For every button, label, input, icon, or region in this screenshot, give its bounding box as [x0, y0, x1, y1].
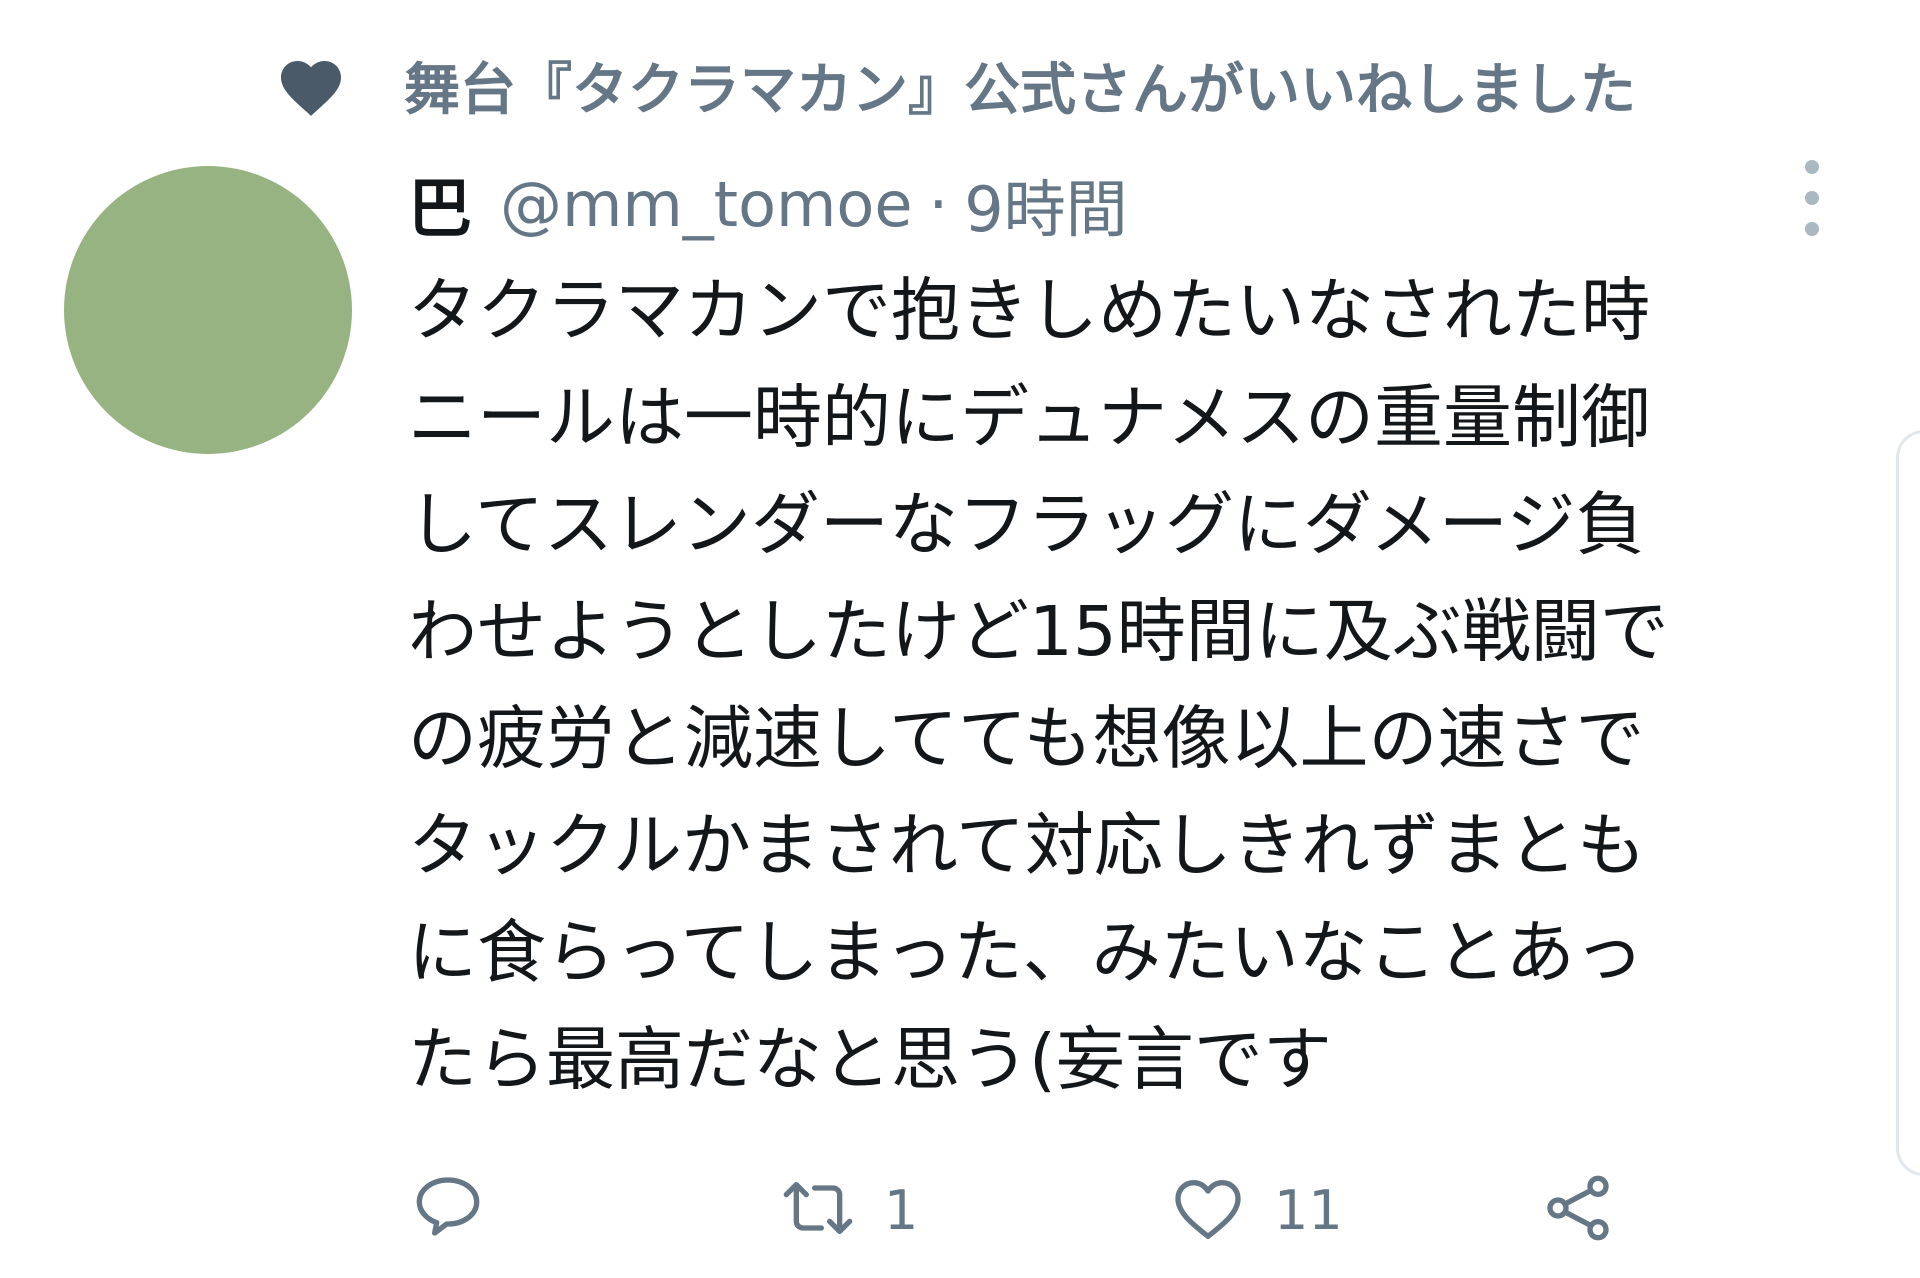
author-display-name[interactable]: 巴: [408, 158, 472, 250]
reply-icon: [408, 1168, 488, 1252]
tweet-text-line: の疲労と減速してても想像以上の速さで: [408, 699, 1645, 779]
tweet-timestamp[interactable]: 9時間: [964, 159, 1127, 249]
tweet-card[interactable]: 舞台『タクラマカン』公式さんがいいねしました 巴 @mm_tomoe · 9時間…: [0, 0, 1920, 1278]
share-icon: [1538, 1168, 1618, 1252]
tweet-text-line: ニールは一時的にデュナメスの重量制御: [408, 378, 1650, 458]
header-separator: ·: [928, 167, 949, 241]
share-button[interactable]: [1538, 1160, 1618, 1260]
reply-button[interactable]: [408, 1160, 514, 1260]
tweet-text-line: たら最高だなと思う(妄言です: [408, 1020, 1332, 1100]
like-count: 11: [1274, 1178, 1343, 1242]
retweet-button[interactable]: 1: [778, 1160, 918, 1260]
tweet-header: 巴 @mm_tomoe · 9時間: [408, 160, 1128, 248]
more-options-icon[interactable]: [1790, 160, 1834, 236]
tweet-actions: 1 11: [408, 1160, 1668, 1260]
retweet-icon: [778, 1168, 858, 1252]
like-button[interactable]: 11: [1168, 1160, 1343, 1260]
scroll-edge: [1896, 430, 1920, 1176]
social-context-text[interactable]: 舞台『タクラマカン』公式さんがいいねしました: [404, 45, 1636, 126]
social-context: 舞台『タクラマカン』公式さんがいいねしました: [270, 40, 1636, 130]
retweet-count: 1: [884, 1178, 919, 1242]
tweet-text-line: わせようとしたけど15時間に及ぶ戦闘で: [408, 592, 1669, 672]
tweet-text-line: してスレンダーなフラッグにダメージ負: [408, 485, 1645, 565]
heart-icon: [270, 48, 352, 122]
tweet-text-line: タックルかまされて対応しきれずまとも: [408, 806, 1646, 886]
tweet-text-line: タクラマカンで抱きしめたいなされた時: [408, 271, 1650, 351]
tweet-text: タクラマカンで抱きしめたいなされた時 ニールは一時的にデュナメスの重量制御 して…: [408, 258, 1788, 1114]
avatar[interactable]: [64, 166, 352, 454]
tweet-text-line: に食らってしまった、みたいなことあっ: [408, 913, 1644, 993]
author-handle[interactable]: @mm_tomoe: [500, 168, 913, 241]
heart-outline-icon: [1168, 1168, 1248, 1252]
